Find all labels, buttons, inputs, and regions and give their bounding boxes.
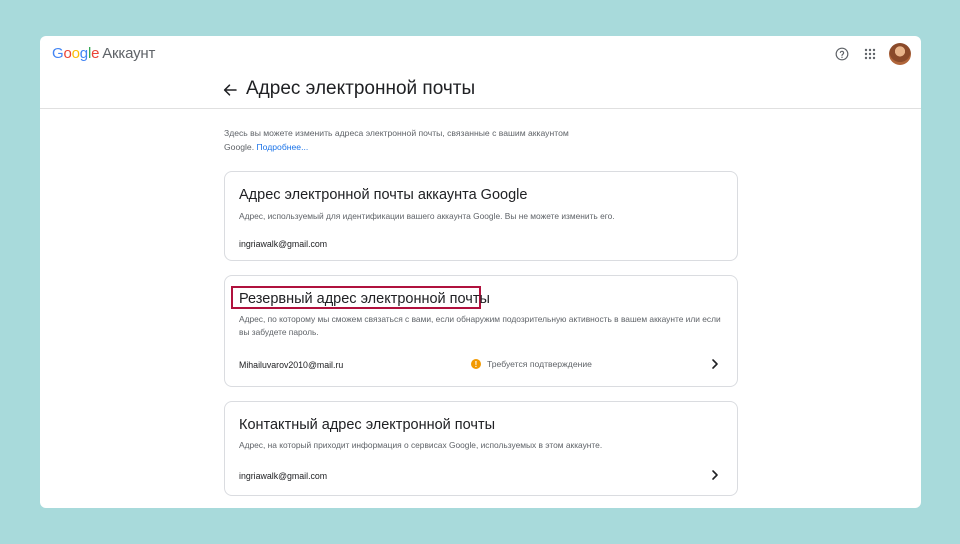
card-title: Резервный адрес электронной почты [239, 291, 490, 307]
logo-letter: o [63, 45, 72, 62]
card-description: Адрес, по которому мы сможем связаться с… [239, 314, 721, 337]
help-circle-icon[interactable] [831, 43, 853, 65]
chevron-right-icon[interactable] [709, 468, 721, 480]
page-title: Адрес электронной почты [246, 78, 476, 99]
account-window: Google Аккаунт Адрес электронной почты Зд… [40, 36, 921, 508]
warning-icon: ! [471, 359, 481, 369]
arrow-left-icon[interactable] [220, 80, 240, 100]
card-description: Адрес, используемый для идентификации ва… [239, 211, 615, 221]
card-recovery-email[interactable]: Резервный адрес электронной почты Адрес,… [224, 275, 738, 387]
card-description: Адрес, на который приходит информация о … [239, 440, 603, 450]
card-email: ingriawalk@gmail.com [239, 239, 328, 249]
page-header: Адрес электронной почты [40, 72, 921, 109]
card-title: Контактный адрес электронной почты [239, 417, 496, 433]
avatar[interactable] [889, 43, 911, 65]
card-google-email: Адрес электронной почты аккаунта Google … [224, 171, 738, 261]
logo-letter: o [71, 45, 80, 62]
logo-letter: e [91, 45, 100, 62]
card-title: Адрес электронной почты аккаунта Google [239, 187, 528, 203]
card-email: Mihailuvarov2010@mail.ru [239, 360, 344, 370]
intro-text: Здесь вы можете изменить адреса электрон… [224, 126, 574, 154]
product-name: Аккаунт [102, 45, 156, 62]
chevron-right-icon[interactable] [709, 357, 721, 369]
logo-letter: G [52, 45, 64, 62]
top-bar: Google Аккаунт [40, 36, 921, 72]
logo-letter: g [79, 45, 88, 62]
card-email: ingriawalk@gmail.com [239, 471, 328, 481]
status-text: Требуется подтверждение [487, 359, 592, 369]
apps-grid-icon[interactable] [859, 43, 881, 65]
card-contact-email[interactable]: Контактный адрес электронной почты Адрес… [224, 401, 738, 496]
learn-more-link[interactable]: Подробнее... [257, 142, 309, 152]
google-account-logo[interactable]: Google Аккаунт [52, 45, 155, 62]
verification-status: ! Требуется подтверждение [471, 359, 592, 369]
top-icons [825, 43, 911, 65]
